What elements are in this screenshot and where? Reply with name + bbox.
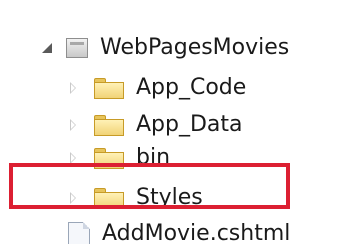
collapse-arrow-icon[interactable] <box>42 42 54 54</box>
tree-node-label: App_Code <box>136 75 247 100</box>
folder-icon <box>94 114 124 136</box>
solution-explorer-tree: WebPagesMovies App_Code App_Data bin Sty… <box>0 0 341 244</box>
tree-node-webpagesmovies[interactable]: WebPagesMovies <box>42 31 289 65</box>
tree-node-label: AddMovie.cshtml <box>102 221 291 244</box>
tree-node-app-data[interactable]: App_Data <box>42 108 243 142</box>
highlight-box <box>9 163 290 209</box>
tree-node-addmovie-cshtml[interactable]: AddMovie.cshtml <box>42 217 290 244</box>
folder-icon <box>94 77 124 99</box>
tree-node-app-code[interactable]: App_Code <box>42 71 246 105</box>
expand-arrow-icon[interactable] <box>68 82 80 94</box>
tree-node-label: App_Data <box>136 112 243 137</box>
tree-node-label: WebPagesMovies <box>100 35 290 60</box>
file-icon <box>68 222 90 244</box>
expand-arrow-icon[interactable] <box>68 119 80 131</box>
project-icon <box>66 38 88 58</box>
